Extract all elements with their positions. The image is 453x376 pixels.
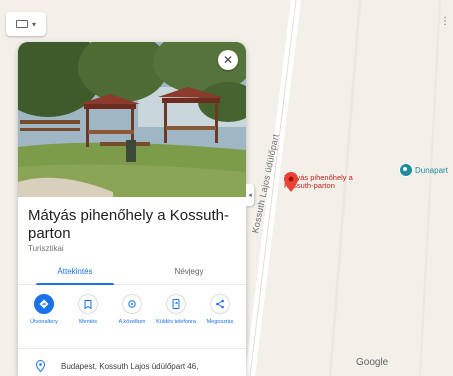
bookmark-icon: [78, 294, 98, 314]
tab-overview[interactable]: Áttekintés: [18, 262, 132, 285]
place-category: Turisztikai: [28, 244, 64, 253]
place-photo[interactable]: [18, 42, 246, 197]
poi-marker-dunapart[interactable]: Dunapart: [399, 163, 448, 177]
keyboard-layers-button[interactable]: ▾: [6, 12, 46, 36]
panel-tabs: Áttekintés Névjegy: [18, 262, 246, 285]
nearby-label: A közelben: [118, 319, 146, 325]
close-panel-button[interactable]: ✕: [218, 50, 238, 70]
share-icon: [210, 294, 230, 314]
save-label: Mentés: [78, 319, 98, 325]
send-to-phone-label: Küldés telefonra: [156, 319, 196, 325]
save-button[interactable]: Mentés: [66, 294, 110, 326]
send-to-phone-button[interactable]: Küldés telefonra: [154, 294, 198, 326]
chevron-down-icon: ▾: [31, 19, 36, 29]
directions-button[interactable]: Útvonaltery: [22, 294, 66, 326]
tab-about[interactable]: Névjegy: [132, 262, 246, 284]
directions-label: Útvonaltery: [30, 319, 58, 325]
directions-icon: [34, 294, 54, 314]
apps-grid-icon[interactable]: ⋮⋮⋮: [440, 16, 453, 27]
address-row[interactable]: Budapest, Kossuth Lajos üdülőpart 46,: [36, 360, 198, 372]
share-label: Megosztás: [206, 319, 234, 325]
divider: [18, 348, 246, 349]
poi-label: Dunapart: [415, 165, 448, 175]
location-pin-icon: [36, 360, 45, 372]
send-to-phone-icon: [166, 294, 186, 314]
keyboard-icon: [15, 20, 28, 28]
address-text: Budapest, Kossuth Lajos üdülőpart 46,: [61, 361, 199, 371]
share-button[interactable]: Megosztás: [198, 294, 242, 326]
map-pin-icon: [284, 172, 298, 192]
nearby-button[interactable]: A közelben: [110, 294, 154, 326]
place-marker[interactable]: Mátyás pihenőhely a Kossuth-parton: [284, 172, 354, 192]
google-logo: Google: [356, 357, 389, 368]
action-buttons: Útvonaltery Mentés A közelben Küldés tel…: [22, 294, 242, 326]
poi-icon: [399, 163, 413, 177]
place-title: Mátyás pihenőhely a Kossuth-parton: [28, 207, 229, 242]
place-details-panel: ✕ Mátyás pihenőhely a Kossuth-parton Tur…: [18, 42, 246, 376]
nearby-icon: [122, 294, 142, 314]
collapse-panel-button[interactable]: ◂: [246, 184, 254, 206]
